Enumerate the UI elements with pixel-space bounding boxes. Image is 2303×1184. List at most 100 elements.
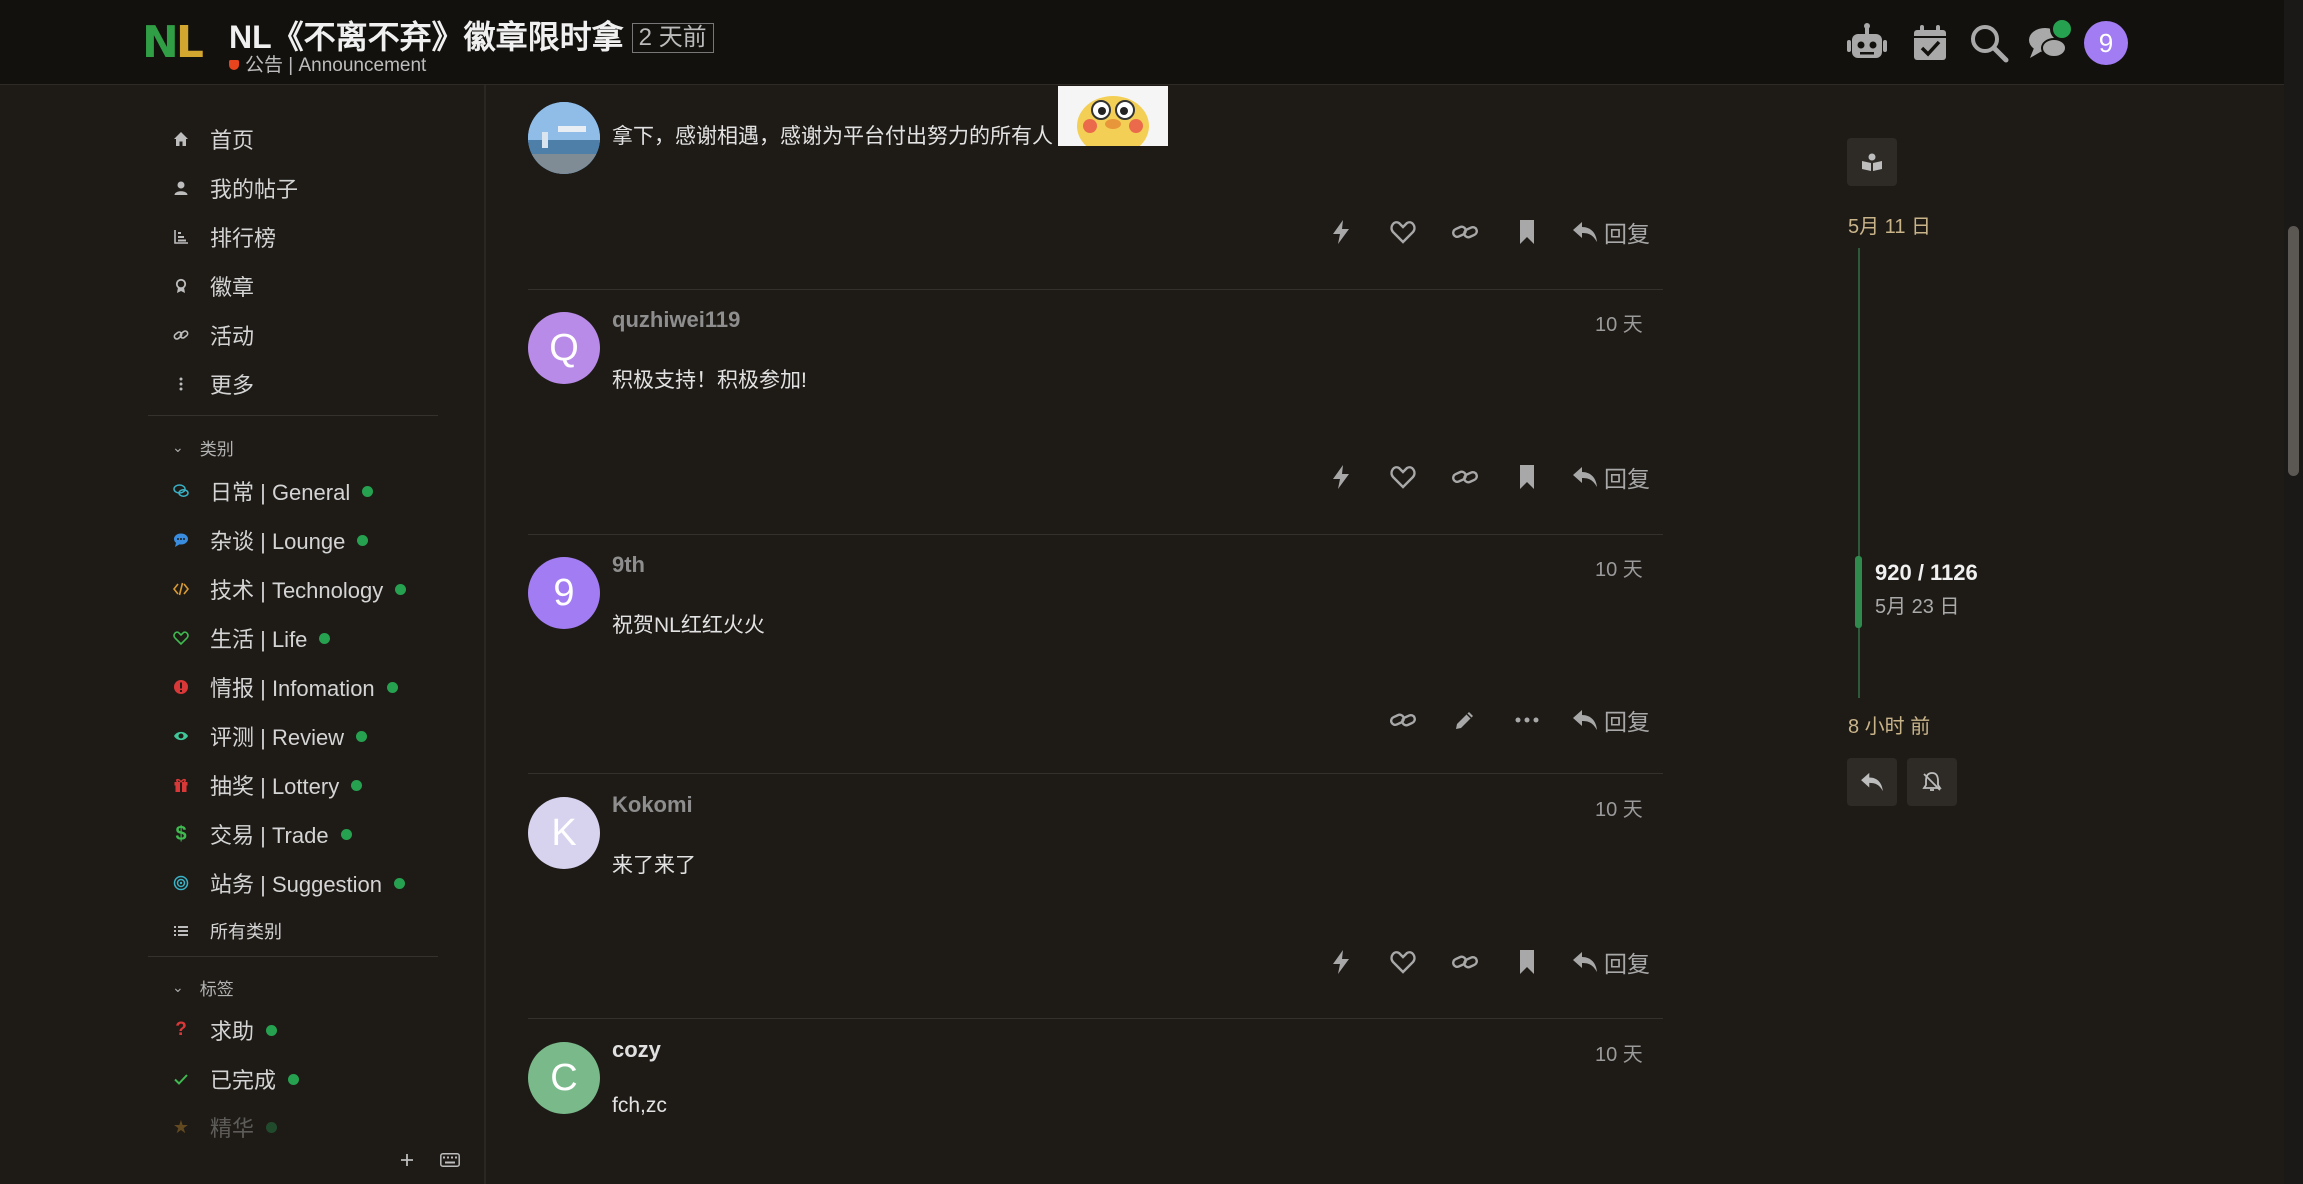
keyboard-icon[interactable]	[440, 1153, 460, 1167]
sidebar-category-technology[interactable]: 技术 | Technology	[172, 572, 407, 606]
user-avatar[interactable]: 9	[2084, 21, 2128, 65]
post-actions: 回复	[1296, 460, 1650, 494]
sidebar: 首页 我的帖子 排行榜 徽章 活动 更多 ⌄ 类别 日常 | General 杂谈…	[148, 85, 484, 1184]
sidebar-item-leaderboard[interactable]: 排行榜	[172, 220, 276, 254]
timeline-track[interactable]	[1858, 248, 1860, 698]
timeline-end-label[interactable]: 8 小时 前	[1848, 710, 1930, 739]
post-time[interactable]: 10 天	[1595, 553, 1649, 582]
sidebar-item-my-posts[interactable]: 我的帖子	[172, 171, 298, 205]
reply-icon	[1573, 952, 1597, 972]
bell-slash-icon	[1922, 772, 1942, 791]
heart-icon[interactable]	[1386, 215, 1420, 249]
unread-dot	[395, 583, 407, 595]
calendar-check-icon[interactable]	[1909, 22, 1951, 64]
check-icon	[172, 1071, 190, 1087]
tags-section-toggle[interactable]: ⌄ 标签	[172, 975, 234, 1000]
scrollbar-thumb[interactable]	[2288, 226, 2299, 476]
post-time[interactable]: 10 天	[1595, 793, 1649, 822]
category-label: 日常 | General	[210, 480, 351, 505]
more-icon	[172, 376, 190, 392]
heart-icon[interactable]	[1386, 945, 1420, 979]
add-section-icon[interactable]	[398, 1151, 416, 1169]
categories-section-toggle[interactable]: ⌄ 类别	[172, 435, 234, 460]
sidebar-tag-featured[interactable]: ★ 精华	[172, 1110, 278, 1144]
heart-icon[interactable]	[1386, 460, 1420, 494]
reply-label: 回复	[1604, 221, 1650, 247]
reply-icon	[1573, 222, 1597, 242]
sidebar-category-general[interactable]: 日常 | General	[172, 474, 374, 508]
all-categories-label: 所有类别	[210, 922, 282, 942]
link-icon[interactable]	[1448, 945, 1482, 979]
post-username[interactable]: quzhiwei119	[612, 307, 740, 333]
sidebar-tag-completed[interactable]: 已完成	[172, 1062, 300, 1096]
reply-button[interactable]: 回复	[1572, 703, 1650, 737]
sidebar-category-lounge[interactable]: 杂谈 | Lounge	[172, 523, 369, 557]
reply-icon	[1861, 772, 1883, 792]
post-actions: 回复	[1296, 945, 1650, 979]
bookmark-icon[interactable]	[1510, 215, 1544, 249]
user-icon	[172, 180, 190, 196]
sidebar-item-badges[interactable]: 徽章	[172, 269, 254, 303]
boost-icon[interactable]	[1324, 460, 1358, 494]
info-icon	[172, 679, 190, 695]
post-avatar[interactable]: K	[528, 797, 600, 869]
more-options-icon[interactable]	[1510, 703, 1544, 737]
bookmark-icon[interactable]	[1510, 945, 1544, 979]
sidebar-category-life[interactable]: 生活 | Life	[172, 621, 331, 655]
sidebar-category-trade[interactable]: $ 交易 | Trade	[172, 817, 352, 851]
link-icon[interactable]	[1386, 703, 1420, 737]
post-separator	[528, 289, 1663, 290]
book-reader-icon	[1862, 153, 1882, 171]
link-icon[interactable]	[1448, 460, 1482, 494]
post-avatar[interactable]: C	[528, 1042, 600, 1114]
link-icon[interactable]	[1448, 215, 1482, 249]
reply-button[interactable]: 回复	[1572, 215, 1650, 249]
post-body: fch,zc	[612, 1094, 667, 1117]
sidebar-category-suggestion[interactable]: 站务 | Suggestion	[172, 866, 406, 900]
site-logo[interactable]: NL	[142, 20, 204, 66]
search-icon[interactable]	[1968, 22, 2010, 64]
sidebar-tag-help[interactable]: ? 求助	[172, 1013, 278, 1047]
boost-icon[interactable]	[1324, 945, 1358, 979]
sidebar-border	[484, 85, 486, 1184]
post-separator	[528, 773, 1663, 774]
sidebar-all-categories[interactable]: 所有类别	[172, 914, 282, 948]
topic-category-link[interactable]: 公告 | Announcement	[229, 50, 426, 77]
post-avatar[interactable]	[528, 102, 600, 174]
timeline-scroller-handle[interactable]	[1855, 556, 1862, 628]
post-avatar[interactable]: 9	[528, 557, 600, 629]
question-icon: ?	[175, 1019, 187, 1040]
notification-settings-button[interactable]	[1907, 758, 1957, 806]
page-scrollbar[interactable]	[2284, 0, 2303, 1184]
post-actions: 回复	[1358, 703, 1650, 737]
post-username[interactable]: Kokomi	[612, 792, 693, 818]
robot-icon[interactable]	[1846, 22, 1888, 64]
sidebar-item-more[interactable]: 更多	[172, 367, 254, 401]
unread-dot	[266, 1121, 278, 1133]
category-label: 生活 | Life	[210, 627, 308, 652]
reply-icon	[1573, 710, 1597, 730]
bookmark-icon[interactable]	[1510, 460, 1544, 494]
tag-label: 精华	[210, 1116, 255, 1141]
timeline-start-date[interactable]: 5月 11 日	[1848, 210, 1931, 239]
reply-button[interactable]: 回复	[1572, 945, 1650, 979]
post-username[interactable]: cozy	[612, 1037, 661, 1063]
jump-to-top-button[interactable]	[1847, 138, 1897, 186]
reply-button[interactable]: 回复	[1572, 460, 1650, 494]
sidebar-item-events[interactable]: 活动	[172, 318, 254, 352]
timeline-reply-button[interactable]	[1847, 758, 1897, 806]
unread-dot	[356, 730, 368, 742]
sidebar-category-lottery[interactable]: 抽奖 | Lottery	[172, 768, 363, 802]
timeline-position-date: 5月 23 日	[1875, 596, 1960, 618]
post-username[interactable]: 9th	[612, 552, 645, 578]
post-avatar[interactable]: Q	[528, 312, 600, 384]
post-time[interactable]: 10 天	[1595, 308, 1649, 337]
sidebar-item-home[interactable]: 首页	[172, 122, 254, 156]
post-time[interactable]: 10 天	[1595, 1038, 1649, 1067]
sidebar-category-review[interactable]: 评测 | Review	[172, 719, 368, 753]
chevron-down-icon: ⌄	[172, 979, 184, 995]
sidebar-category-information[interactable]: 情报 | Infomation	[172, 670, 398, 704]
boost-icon[interactable]	[1324, 215, 1358, 249]
edit-icon[interactable]	[1448, 703, 1482, 737]
sidebar-item-label: 排行榜	[210, 226, 277, 251]
